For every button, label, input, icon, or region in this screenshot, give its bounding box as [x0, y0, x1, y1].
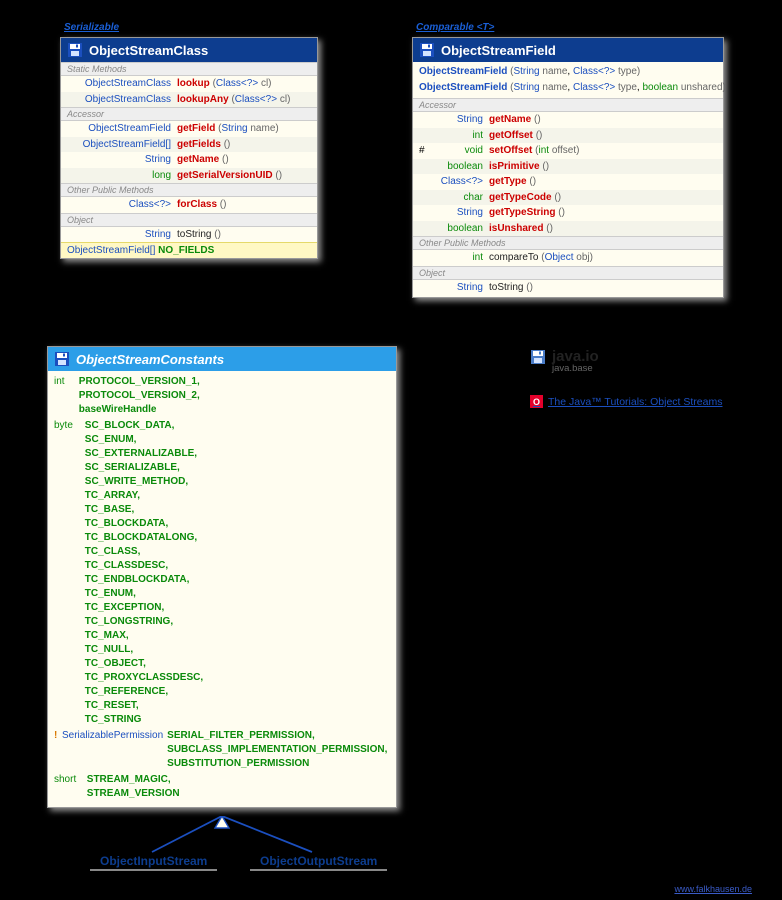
method-row: boolean isPrimitive ()	[413, 159, 723, 175]
method-row: String getTypeString ()	[413, 205, 723, 221]
class-box-objectstreamfield: ObjectStreamField ObjectStreamField (Str…	[412, 37, 724, 298]
class-header-osf: ObjectStreamField	[413, 38, 723, 62]
section-object: Object	[413, 266, 723, 280]
method-row: Class<?> getType ()	[413, 174, 723, 190]
section-accessor: Accessor	[413, 98, 723, 112]
disk-icon	[419, 42, 435, 58]
class-title: ObjectStreamField	[441, 43, 556, 58]
method-row: String getName ()	[413, 112, 723, 128]
method-row: ObjectStreamField[] getFields ()	[61, 137, 317, 153]
method-row: ObjectStreamClass lookup (Class<?> cl)	[61, 76, 317, 92]
method-row: long getSerialVersionUID ()	[61, 168, 317, 184]
oracle-icon: O	[530, 395, 543, 408]
constructor-row: ObjectStreamField (String name, Class<?>…	[413, 62, 723, 80]
footer-credit-link[interactable]: www.falkhausen.de	[674, 884, 752, 894]
method-row: Class<?> forClass ()	[61, 197, 317, 213]
section-other-public: Other Public Methods	[413, 236, 723, 250]
method-row: ObjectStreamField getField (String name)	[61, 121, 317, 137]
section-accessor: Accessor	[61, 107, 317, 121]
method-row: int compareTo (Object obj)	[413, 250, 723, 266]
interface-title: ObjectStreamConstants	[76, 352, 224, 367]
method-row: String toString ()	[61, 227, 317, 243]
interface-header-oscn: ObjectStreamConstants	[48, 347, 396, 371]
section-object: Object	[61, 213, 317, 227]
constructor-row: ObjectStreamField (String name, Class<?>…	[413, 80, 723, 99]
method-row: String toString ()	[413, 280, 723, 298]
section-static-methods: Static Methods	[61, 62, 317, 76]
field-row: ObjectStreamField[] NO_FIELDS	[61, 242, 317, 258]
stereotype-comparable[interactable]: Comparable <T>	[416, 22, 494, 33]
method-row: char getTypeCode ()	[413, 190, 723, 206]
method-row: String getName ()	[61, 152, 317, 168]
child-class-ois[interactable]: ObjectInputStream	[90, 852, 217, 871]
method-row: ObjectStreamClass lookupAny (Class<?> cl…	[61, 92, 317, 108]
disk-icon	[54, 351, 70, 367]
child-class-oos[interactable]: ObjectOutputStream	[250, 852, 387, 871]
disk-icon	[67, 42, 83, 58]
constant-group-byte: byte SC_BLOCK_DATA, SC_ENUM, SC_EXTERNAL…	[54, 419, 390, 727]
module-name: java.base	[552, 363, 690, 374]
stereotype-serializable[interactable]: Serializable	[64, 22, 119, 33]
class-title: ObjectStreamClass	[89, 43, 208, 58]
class-header-osc: ObjectStreamClass	[61, 38, 317, 62]
method-row: # void setOffset (int offset)	[413, 143, 723, 159]
tutorial-link[interactable]: O The Java™ Tutorials: Object Streams	[530, 395, 722, 408]
package-box: java.io java.base	[530, 348, 690, 374]
disk-icon	[530, 349, 546, 365]
method-row: boolean isUnshared ()	[413, 221, 723, 237]
class-box-objectstreamconstants: ObjectStreamConstants int PROTOCOL_VERSI…	[47, 346, 397, 808]
section-other-public: Other Public Methods	[61, 183, 317, 197]
constant-group-int: int PROTOCOL_VERSION_1, PROTOCOL_VERSION…	[54, 375, 390, 417]
class-box-objectstreamclass: ObjectStreamClass Static Methods ObjectS…	[60, 37, 318, 259]
constant-group-permission: ! SerializablePermission SERIAL_FILTER_P…	[54, 729, 390, 771]
constant-group-short: short STREAM_MAGIC, STREAM_VERSION	[54, 773, 390, 801]
method-row: int getOffset ()	[413, 128, 723, 144]
